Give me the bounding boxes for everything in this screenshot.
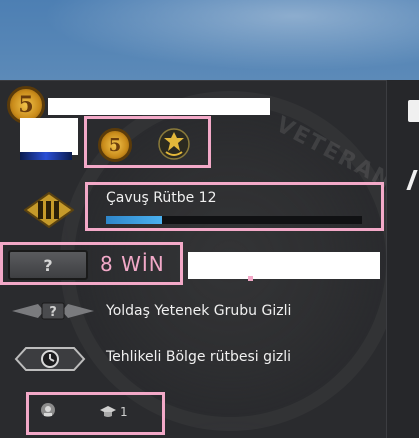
player-name-redacted [48,98,270,115]
notes-icon[interactable] [408,100,419,122]
avatar-frame [20,152,72,160]
danger-zone-clock-icon [10,346,90,372]
xp-progress-bar [106,216,362,224]
veteran-badge-icon[interactable] [156,126,192,162]
rank-label: Çavuş Rütbe 12 [106,190,217,206]
competitive-rank-redacted [188,252,380,279]
emblem-icon[interactable] [40,402,56,418]
rank-chevrons-icon [23,191,75,229]
graduation-cap-icon[interactable] [100,404,116,418]
wingman-placeholder: ? [49,305,57,320]
wins-count: 8 WİN [100,252,165,276]
danger-zone-label: Tehlikeli Bölge rütbesi gizli [106,349,292,365]
wingman-wings-icon: ? [10,300,96,322]
xp-progress-fill [106,216,163,224]
right-sidebar [386,80,419,438]
background-sky [0,0,419,80]
cursor-marker [248,276,253,281]
competitive-rank-placeholder: ? [8,250,88,280]
commendation-count: 1 [120,405,128,419]
wingman-label: Yoldaş Yetenek Grubu Gizli [106,303,292,319]
service-medal-icon[interactable]: 5 [98,128,132,162]
avatar[interactable] [20,118,78,155]
